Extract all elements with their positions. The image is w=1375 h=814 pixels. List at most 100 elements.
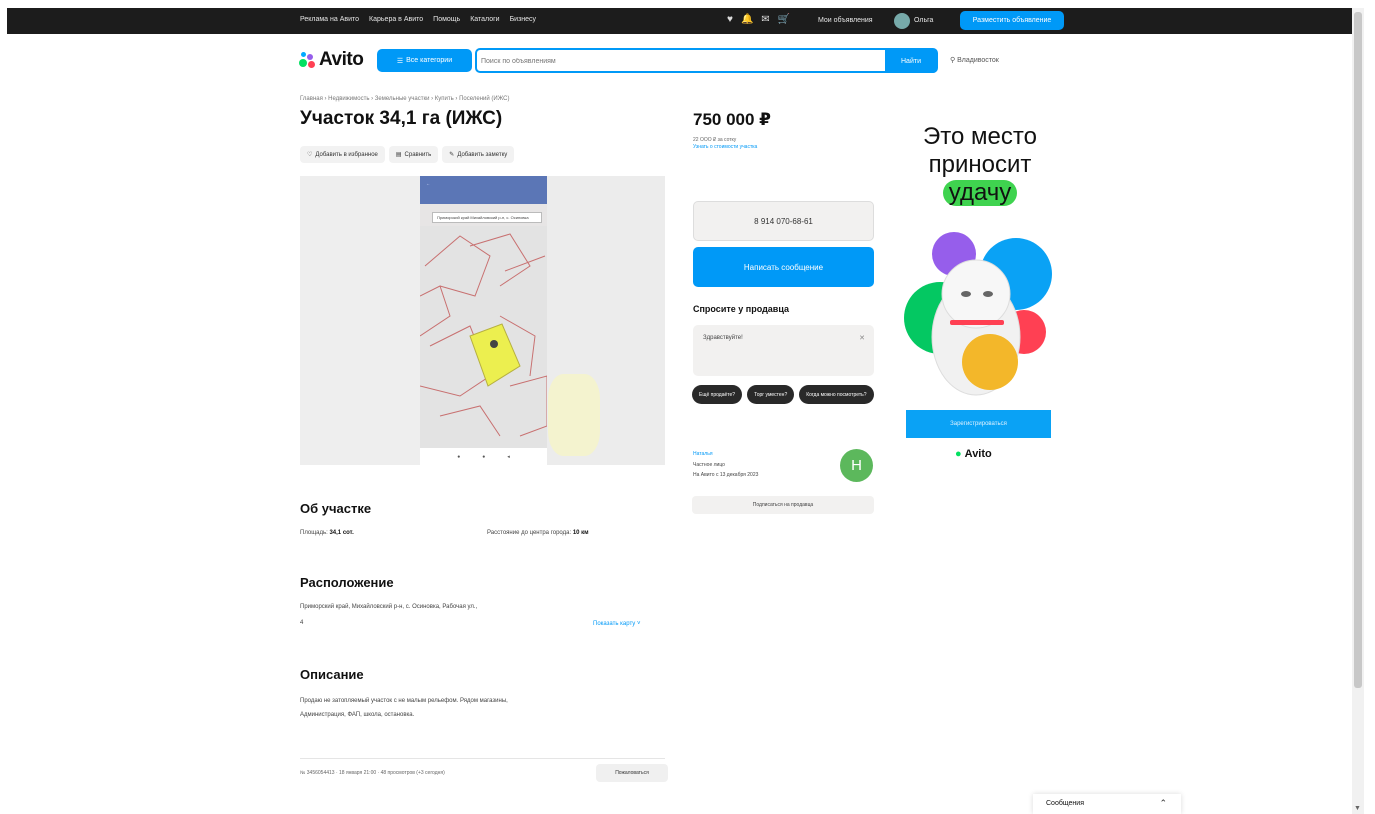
logo-text: Avito	[319, 49, 364, 70]
listing-meta: № 3456054413 · 18 января 21:00 · 48 прос…	[300, 770, 445, 776]
messages-icon[interactable]: ✉	[761, 14, 769, 25]
chevron-up-icon[interactable]: ⌃	[1159, 798, 1167, 809]
write-message-button[interactable]: Написать сообщение	[693, 247, 874, 287]
ad-banner-headline[interactable]: Это место приносит удачу	[890, 123, 1070, 207]
ask-seller-text: Здравствуйте!	[703, 335, 743, 341]
subscribe-seller-button[interactable]: Подписаться на продавца	[692, 496, 874, 514]
user-avatar[interactable]	[894, 13, 910, 29]
top-link-catalogs[interactable]: Каталоги	[470, 16, 499, 23]
photo-app-header: ←	[420, 176, 547, 204]
top-link-help[interactable]: Помощь	[433, 16, 460, 23]
quick-questions: Ещё продаёте? Торг уместен? Когда можно …	[692, 385, 882, 404]
show-map-link[interactable]: Показать карту ˅	[593, 621, 640, 627]
description-section-title: Описание	[300, 667, 364, 682]
page-scrollbar[interactable]: ▼	[1352, 8, 1364, 814]
clear-icon[interactable]: ✕	[859, 334, 865, 342]
show-phone-button[interactable]: 8 914 070-68-61	[693, 201, 874, 241]
all-categories-label: Все категории	[406, 57, 453, 64]
location-section-title: Расположение	[300, 575, 394, 590]
menu-icon: ☰	[396, 57, 404, 65]
address-line-1: Приморский край, Михайловский р-н, с. Ос…	[300, 604, 478, 610]
about-section-title: Об участке	[300, 501, 372, 516]
nav-dot-icon: ●	[457, 453, 461, 460]
compare-label: Сравнить	[404, 151, 432, 158]
price-details: 22 OOO ₽ за сотку Узнать о стоимости уча…	[693, 137, 757, 151]
quick-question-chip[interactable]: Торг уместен?	[747, 385, 795, 404]
cadastral-map-image	[419, 226, 548, 448]
heart-icon: ♡	[307, 152, 313, 158]
photo-app-back-icon: ←	[426, 181, 430, 186]
top-link-business[interactable]: Бизнесу	[510, 16, 536, 23]
gallery-main-photo: ← Приморский край Михайловский р-н, с. О…	[419, 176, 548, 465]
logo-dots-icon	[299, 52, 315, 68]
lucky-cat-image[interactable]	[904, 232, 1052, 404]
my-ads-link[interactable]: Мои объявления	[818, 17, 873, 24]
price-per-unit: 22 OOO ₽ за сотку	[693, 137, 737, 143]
post-ad-button[interactable]: Разместить объявление	[960, 11, 1064, 30]
ad-line-1: Это место	[923, 123, 1037, 150]
compare-icon: ▤	[395, 152, 402, 158]
avito-logo[interactable]: Avito	[299, 49, 364, 71]
price: 750 000 ₽	[693, 110, 772, 129]
add-note-label: Добавить заметку	[457, 151, 508, 158]
ad-logo-text: Avito	[964, 448, 992, 460]
top-icons: ♥ 🔔 ✉ 🛒	[727, 14, 790, 25]
top-links: Реклама на Авито Карьера в Авито Помощь …	[300, 16, 536, 23]
search-input[interactable]	[481, 53, 881, 69]
seller-avatar[interactable]: Н	[840, 449, 873, 482]
address-line-2: 4	[300, 620, 304, 626]
nav-dot-icon: ●	[482, 453, 486, 460]
add-to-favorites-button[interactable]: ♡ Добавить в избранное	[300, 146, 385, 163]
messenger-label: Сообщения	[1046, 800, 1084, 807]
cart-icon[interactable]: 🛒	[778, 14, 790, 25]
ad-highlight: удачу	[942, 180, 1018, 206]
divider	[300, 758, 665, 759]
photo-map-search: Приморский край Михайловский р-н, с. Оси…	[432, 212, 542, 223]
ask-seller-title: Спросите у продавца	[693, 304, 789, 314]
breadcrumb[interactable]: Главная › Недвижимость › Земельные участ…	[300, 96, 510, 102]
add-note-button[interactable]: ✎ Добавить заметку	[442, 146, 515, 163]
favorites-icon[interactable]: ♥	[727, 14, 733, 25]
user-menu[interactable]: Ольга	[914, 17, 933, 24]
listing-actions: ♡ Добавить в избранное ▤ Сравнить ✎ Доба…	[300, 146, 515, 163]
gallery-blur-left	[300, 176, 420, 465]
search-button[interactable]: Найти	[885, 49, 937, 73]
notifications-icon[interactable]: 🔔	[741, 14, 753, 25]
location-label: Владивосток	[957, 57, 999, 64]
report-button[interactable]: Пожаловаться	[596, 764, 668, 782]
photo-gallery[interactable]: ← Приморский край Михайловский р-н, с. О…	[300, 176, 665, 465]
nav-dot-icon: ◂	[507, 453, 510, 460]
seller-name-link[interactable]: Наталья	[693, 451, 713, 457]
area-label: Площадь:	[300, 530, 328, 536]
scrollbar-thumb[interactable]	[1354, 12, 1362, 688]
location-selector[interactable]: ⚲ Владивосток	[950, 56, 999, 64]
seller-since: На Авито с 13 декабря 2023	[693, 472, 759, 478]
description-line-2: Администрация, ФАП, школа, остановка.	[300, 712, 415, 718]
distance-value: 10 км	[572, 530, 589, 536]
scroll-down-icon[interactable]: ▼	[1354, 805, 1361, 812]
top-link-career[interactable]: Карьера в Авито	[369, 16, 423, 23]
search-bar: Найти	[475, 48, 938, 73]
ad-line-2: приносит	[928, 151, 1032, 178]
gallery-blur-highlight	[548, 374, 600, 456]
location-pin-icon: ⚲	[950, 57, 956, 64]
compare-button[interactable]: ▤ Сравнить	[388, 146, 439, 163]
all-categories-button[interactable]: ☰ Все категории	[377, 49, 472, 72]
top-link-ads[interactable]: Реклама на Авито	[300, 16, 359, 23]
ad-avito-logo: ● Avito	[955, 448, 992, 460]
quick-question-chip[interactable]: Когда можно посмотреть?	[799, 385, 874, 404]
photo-app-footer: ● ● ◂	[420, 448, 547, 465]
ad-cta-button[interactable]: Зарегистрироваться	[906, 410, 1051, 438]
distance-label: Расстояние до центра города:	[487, 530, 572, 536]
ask-seller-input[interactable]: Здравствуйте! ✕	[693, 325, 874, 376]
quick-question-chip[interactable]: Ещё продаёте?	[692, 385, 743, 404]
add-to-favorites-label: Добавить в избранное	[315, 151, 378, 158]
cadastral-plot-drawing	[419, 233, 548, 437]
note-icon: ✎	[449, 152, 455, 158]
description-line-1: Продаю не затопляемый участок с не малым…	[300, 698, 508, 704]
logo-dots-icon: ●	[955, 448, 962, 460]
messenger-widget[interactable]: Сообщения ⌃	[1033, 794, 1181, 814]
distance-info: Расстояние до центра города: 10 км	[487, 530, 589, 536]
top-navigation-bar: Реклама на Авито Карьера в Авито Помощь …	[7, 8, 1352, 34]
price-info-link[interactable]: Узнать о стоимости участка	[693, 144, 757, 151]
